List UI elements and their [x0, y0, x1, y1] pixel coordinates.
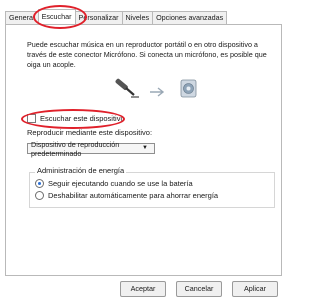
listen-checkbox[interactable] — [27, 114, 36, 123]
power-management-group — [29, 172, 275, 208]
listen-checkbox-row[interactable]: Escuchar este dispositivo — [27, 114, 125, 123]
power-management-title: Administración de energía — [35, 166, 127, 175]
ok-button[interactable]: Aceptar — [120, 281, 166, 297]
radio-auto-disable[interactable] — [35, 191, 44, 200]
audio-device-icon — [180, 79, 197, 98]
power-option-keep-running[interactable]: Seguir ejecutando cuando se use la bater… — [35, 179, 193, 188]
cancel-button[interactable]: Cancelar — [176, 281, 222, 297]
radio-auto-disable-label: Deshabilitar automáticamente para ahorra… — [48, 191, 219, 200]
microphone-icon — [115, 78, 139, 98]
radio-keep-running-label: Seguir ejecutando cuando se use la bater… — [48, 179, 193, 188]
apply-button[interactable]: Aplicar — [232, 281, 278, 297]
chevron-down-icon: ▼ — [142, 145, 148, 151]
listen-checkbox-label: Escuchar este dispositivo — [40, 114, 125, 123]
power-option-auto-disable[interactable]: Deshabilitar automáticamente para ahorra… — [35, 191, 218, 200]
playback-device-value: Dispositivo de reproducción predetermina… — [31, 139, 120, 158]
playback-label: Reproducir mediante este dispositivo: — [27, 128, 153, 137]
arrow-right-icon — [150, 87, 165, 97]
playback-device-select[interactable]: Dispositivo de reproducción predetermina… — [27, 140, 155, 158]
radio-keep-running[interactable] — [35, 179, 44, 188]
tab-escuchar[interactable]: Escuchar — [37, 9, 76, 24]
